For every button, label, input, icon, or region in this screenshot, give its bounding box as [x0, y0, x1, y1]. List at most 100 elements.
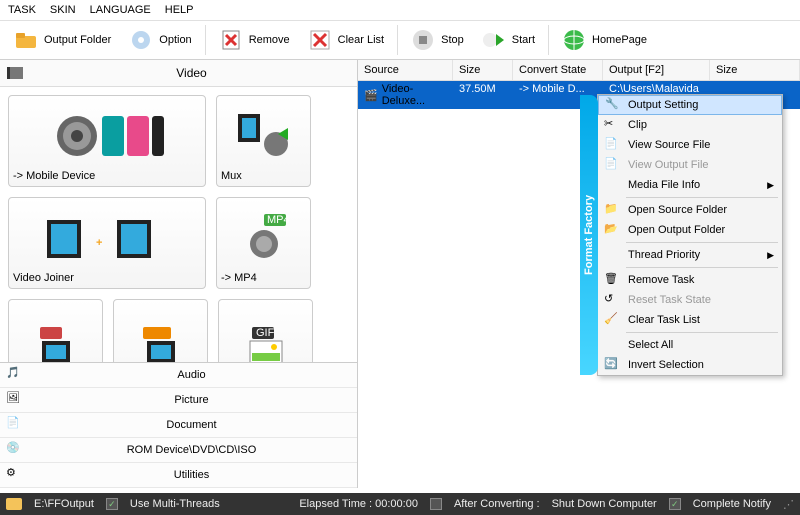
menubar: TASK SKIN LANGUAGE HELP [0, 0, 800, 21]
menu-item-open_output_folder[interactable]: 📂Open Output Folder [598, 220, 782, 240]
menu-language[interactable]: LANGUAGE [90, 4, 151, 16]
complete-notify-label: Complete Notify [693, 498, 771, 510]
tile-caption: Video Joiner [13, 272, 201, 284]
multi-threads-checkbox[interactable] [106, 498, 118, 510]
svg-text:MP4: MP4 [267, 214, 290, 226]
homepage-button[interactable]: HomePage [554, 25, 655, 55]
menu-item-label: View Output File [628, 159, 709, 171]
menu-item-clear_task_list[interactable]: 🧹Clear Task List [598, 310, 782, 330]
select_all-icon [604, 337, 620, 353]
btn-label: Stop [441, 34, 464, 46]
tile-mkv[interactable] [8, 299, 103, 362]
tile-image [118, 304, 203, 362]
category-header-video[interactable]: Video [0, 60, 357, 87]
menu-item-invert[interactable]: 🔄Invert Selection [598, 355, 782, 375]
menu-item-label: Thread Priority [628, 249, 700, 261]
complete-notify-checkbox[interactable] [669, 498, 681, 510]
multi-threads-label: Use Multi-Threads [130, 498, 220, 510]
output-folder-button[interactable]: Output Folder [6, 25, 119, 55]
category-document[interactable]: 📄Document [0, 413, 357, 438]
tile-caption: -> Mobile Device [13, 170, 201, 182]
tile-image [13, 100, 201, 170]
col-output[interactable]: Output [F2] [603, 60, 710, 80]
tile-webm[interactable] [113, 299, 208, 362]
menu-item-clip[interactable]: ✂Clip [598, 115, 782, 135]
menu-item-remove_task[interactable]: 🗑 Remove Task [598, 270, 782, 290]
after-converting-checkbox[interactable] [430, 498, 442, 510]
context-menu: Format Factory 🔧Output Setting✂Clip📄View… [597, 94, 783, 376]
menu-item-media_info[interactable]: Media File Info▶ [598, 175, 782, 195]
resize-grip[interactable]: ⋰ [783, 498, 794, 511]
tile-video-joiner[interactable]: + Video Joiner [8, 197, 206, 289]
after-converting-value[interactable]: Shut Down Computer [552, 498, 657, 510]
menu-item-reset_task: ↺ Reset Task State [598, 290, 782, 310]
tile-image [221, 100, 306, 170]
output_setting-icon: 🔧 [605, 97, 621, 113]
menu-item-label: Reset Task State [628, 294, 711, 306]
menu-item-label: Select All [628, 339, 673, 351]
menu-item-thread_priority[interactable]: Thread Priority ▶ [598, 245, 782, 265]
menu-item-label: Clip [628, 119, 647, 131]
option-button[interactable]: Option [121, 25, 199, 55]
remove_task-icon: 🗑 [604, 272, 620, 288]
menu-item-output_setting[interactable]: 🔧 Output Setting [598, 95, 782, 115]
statusbar: E:\FFOutput Use Multi-Threads Elapsed Ti… [0, 493, 800, 515]
category-label: Video [32, 66, 351, 80]
svg-text:+: + [96, 237, 102, 249]
menu-item-label: Open Output Folder [628, 224, 725, 236]
category-utilities[interactable]: ⚙Utilities [0, 463, 357, 488]
menu-task[interactable]: TASK [8, 4, 36, 16]
remove-button[interactable]: Remove [211, 25, 298, 55]
left-panel: Video -> Mobile Device Mux + Video Joine… [0, 60, 358, 488]
elapsed-time: Elapsed Time : 00:00:00 [299, 498, 418, 510]
reset_task-icon: ↺ [604, 292, 620, 308]
media_info-icon [604, 177, 620, 193]
col-source[interactable]: Source [358, 60, 453, 80]
menu-help[interactable]: HELP [165, 4, 194, 16]
btn-label: Output Folder [44, 34, 111, 46]
menu-separator [626, 267, 778, 268]
btn-label: Clear List [338, 34, 384, 46]
col-size[interactable]: Size [453, 60, 513, 80]
remove-icon [219, 28, 243, 52]
menu-skin[interactable]: SKIN [50, 4, 76, 16]
category-rom[interactable]: 💿ROM Device\DVD\CD\ISO [0, 438, 357, 463]
document-icon: 📄 [6, 416, 24, 434]
tile-mp4[interactable]: MP4 -> MP4 [216, 197, 311, 289]
tile-mux[interactable]: Mux [216, 95, 311, 187]
clear-list-button[interactable]: Clear List [300, 25, 392, 55]
tile-image: GIF [223, 304, 308, 362]
menu-item-view_source[interactable]: 📄View Source File [598, 135, 782, 155]
btn-label: Start [512, 34, 535, 46]
category-audio[interactable]: 🎵Audio [0, 363, 357, 388]
globe-icon [562, 28, 586, 52]
separator [397, 25, 398, 55]
audio-icon: 🎵 [6, 366, 24, 384]
start-button[interactable]: Start [474, 25, 543, 55]
svg-text:GIF: GIF [256, 327, 275, 339]
menu-item-label: Output Setting [628, 99, 698, 111]
btn-label: Option [159, 34, 191, 46]
col-state[interactable]: Convert State [513, 60, 603, 80]
menu-item-label: Open Source Folder [628, 204, 727, 216]
tile-gif[interactable]: GIF [218, 299, 313, 362]
menu-item-select_all[interactable]: Select All [598, 335, 782, 355]
invert-icon: 🔄 [604, 357, 620, 373]
menu-item-open_source_folder[interactable]: 📁Open Source Folder [598, 200, 782, 220]
category-picture[interactable]: 🖼Picture [0, 388, 357, 413]
stop-button[interactable]: Stop [403, 25, 472, 55]
tile-mobile-device[interactable]: -> Mobile Device [8, 95, 206, 187]
submenu-arrow-icon: ▶ [767, 250, 774, 261]
output-path[interactable]: E:\FFOutput [34, 498, 94, 510]
tile-caption: -> MP4 [221, 272, 306, 284]
after-converting-label: After Converting : [454, 498, 540, 510]
menu-item-label: Media File Info [628, 179, 700, 191]
menu-item-view_output: 📄 View Output File [598, 155, 782, 175]
col-size2[interactable]: Size [710, 60, 800, 80]
tools-icon: ⚙ [6, 466, 24, 484]
menu-item-label: Remove Task [628, 274, 694, 286]
clear-icon [308, 28, 332, 52]
view_output-icon: 📄 [604, 157, 620, 173]
category-list: 🎵Audio 🖼Picture 📄Document 💿ROM Device\DV… [0, 362, 357, 488]
menu-item-label: View Source File [628, 139, 710, 151]
